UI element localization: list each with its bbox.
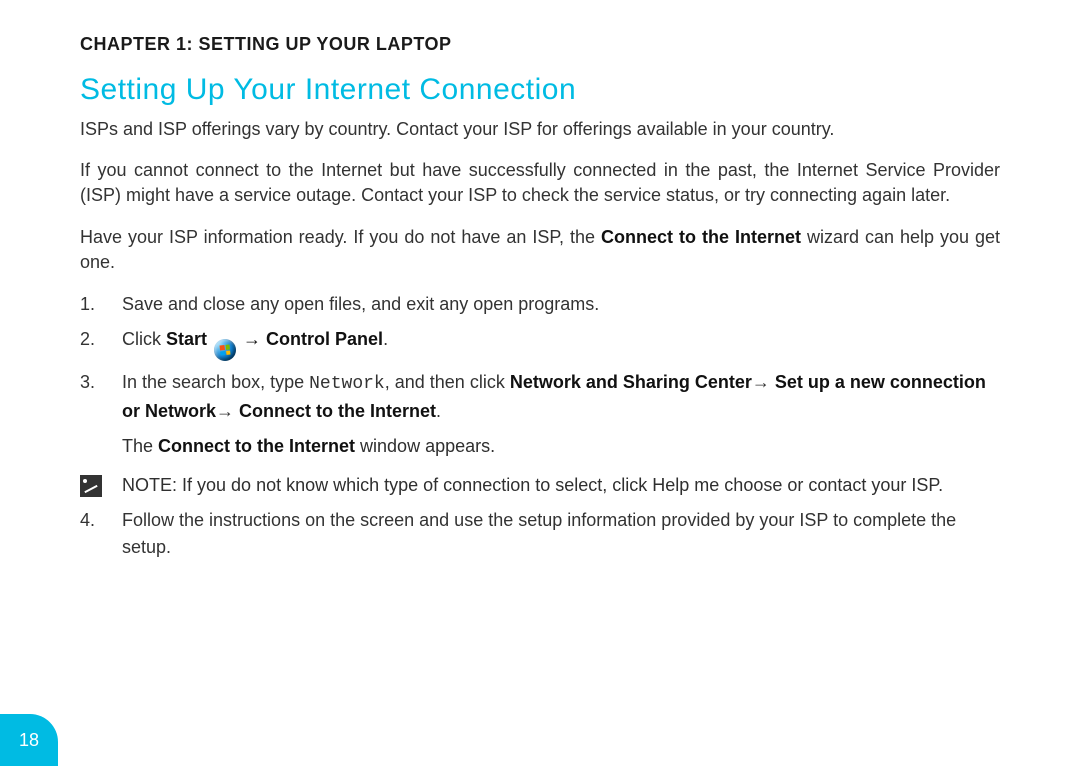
step3sub-bold: Connect to the Internet <box>158 436 355 456</box>
step2-period: . <box>383 329 388 349</box>
step3-post-comma: , and then click <box>385 372 510 392</box>
paragraph-3-pre: Have your ISP information ready. If you … <box>80 227 601 247</box>
note-icon <box>80 475 102 497</box>
step2-pre: Click <box>122 329 166 349</box>
page-number: 18 <box>19 730 39 751</box>
note-label: NOTE: <box>122 475 177 495</box>
note-post: or contact your ISP. <box>782 475 943 495</box>
step3-b3: Connect to the Internet <box>239 401 436 421</box>
step3-b1: Network and Sharing Center <box>510 372 752 392</box>
paragraph-3: Have your ISP information ready. If you … <box>80 225 1000 275</box>
paragraph-1: ISPs and ISP offerings vary by country. … <box>80 117 1000 142</box>
section-heading: Setting Up Your Internet Connection <box>80 73 1000 107</box>
step-number: 2. <box>80 326 122 362</box>
paragraph-2: If you cannot connect to the Internet bu… <box>80 158 1000 208</box>
step-number: 1. <box>80 291 122 318</box>
step3sub-post: window appears. <box>355 436 495 456</box>
step-1: 1. Save and close any open files, and ex… <box>80 291 1000 318</box>
note-pre: If you do not know which type of connect… <box>177 475 652 495</box>
step3-a1: → <box>752 372 775 392</box>
step-text: Save and close any open files, and exit … <box>122 291 1000 318</box>
chapter-label: CHAPTER 1: SETTING UP YOUR LAPTOP <box>80 34 1000 55</box>
step3sub-pre: The <box>122 436 158 456</box>
note-bold: Help me choose <box>652 475 782 495</box>
step-number: 3. <box>80 369 122 425</box>
step-4: 4. Follow the instructions on the screen… <box>80 507 1000 561</box>
note-icon-box <box>80 472 122 499</box>
page-number-tab: 18 <box>0 714 58 766</box>
step3-a2: → <box>216 401 239 421</box>
step3-mono: Network <box>309 374 385 394</box>
manual-page: CHAPTER 1: SETTING UP YOUR LAPTOP Settin… <box>0 0 1080 561</box>
step-text: Click Start → Control Panel. <box>122 326 1000 362</box>
step2-arrow: → <box>238 329 266 349</box>
steps-list-continued: 4. Follow the instructions on the screen… <box>80 507 1000 561</box>
step2-control-panel: Control Panel <box>266 329 383 349</box>
step-2: 2. Click Start → Control Panel. <box>80 326 1000 362</box>
step-text: Follow the instructions on the screen an… <box>122 507 1000 561</box>
step-number: 4. <box>80 507 122 561</box>
step-text: In the search box, type Network, and the… <box>122 369 1000 425</box>
steps-list: 1. Save and close any open files, and ex… <box>80 291 1000 426</box>
step2-start: Start <box>166 329 207 349</box>
note-row: NOTE: If you do not know which type of c… <box>80 472 1000 499</box>
note-text: NOTE: If you do not know which type of c… <box>122 472 943 499</box>
windows-start-icon <box>214 339 236 361</box>
step3-pre: In the search box, type <box>122 372 309 392</box>
paragraph-3-bold: Connect to the Internet <box>601 227 801 247</box>
step-3-sub: The Connect to the Internet window appea… <box>122 433 1000 460</box>
step3-end: . <box>436 401 441 421</box>
step-3: 3. In the search box, type Network, and … <box>80 369 1000 425</box>
